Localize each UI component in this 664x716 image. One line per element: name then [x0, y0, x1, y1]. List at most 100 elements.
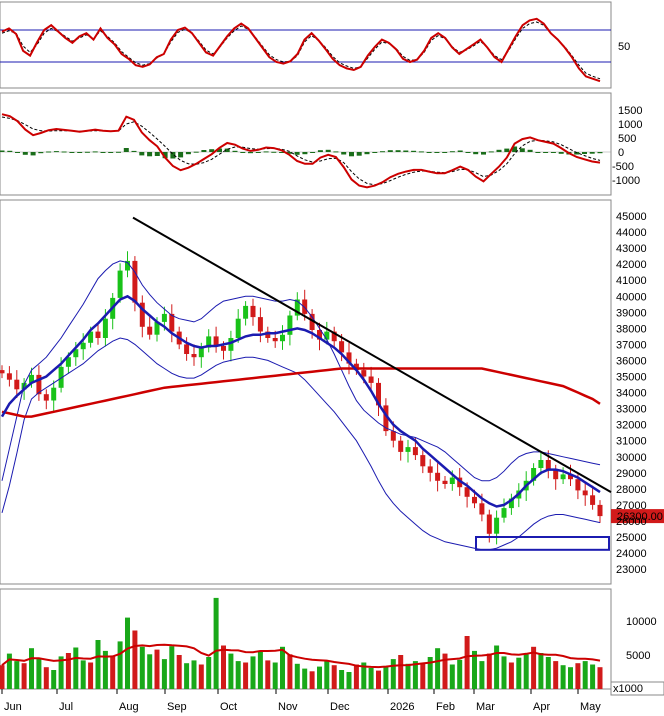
- volume-bar: [161, 659, 167, 689]
- macd-histogram-bar: [473, 152, 479, 155]
- x-tick-label: Dec: [330, 701, 350, 713]
- volume-bar: [154, 649, 160, 689]
- volume-bar: [125, 617, 130, 689]
- candle-body: [132, 260, 138, 303]
- volume-bar: [479, 661, 485, 689]
- macd-histogram-bar: [38, 152, 44, 154]
- candle-body: [272, 338, 278, 342]
- macd-histogram-bar: [22, 152, 28, 155]
- macd-histogram-bar: [263, 151, 269, 153]
- volume-bar: [191, 660, 197, 689]
- volume-bar: [538, 653, 544, 689]
- candle-body: [250, 305, 256, 318]
- volume-bar: [250, 656, 256, 689]
- volume-bar: [21, 663, 27, 689]
- candle-body: [597, 504, 603, 517]
- macd-histogram-bar: [100, 152, 106, 153]
- macd-histogram-bar: [349, 152, 354, 157]
- x-tick-label: Jul: [59, 701, 73, 713]
- macd-histogram-bar: [302, 152, 308, 155]
- macd-histogram-bar: [488, 151, 494, 153]
- volume-bar: [169, 646, 175, 689]
- candle-body: [0, 370, 5, 374]
- volume-bar: [235, 661, 241, 689]
- volume-bar: [147, 654, 153, 689]
- candle-body: [479, 503, 485, 515]
- macd-histogram-bar: [317, 150, 323, 152]
- candle-body: [161, 313, 167, 322]
- volume-bar: [43, 667, 49, 689]
- macd-histogram-bar: [248, 152, 253, 154]
- price-tick-label: 41000: [616, 275, 647, 287]
- macd-tick-label: 0: [618, 147, 624, 159]
- candle-body: [412, 447, 418, 456]
- macd-histogram-bar: [84, 151, 90, 153]
- price-tick-label: 42000: [616, 259, 647, 271]
- candle-body: [560, 474, 566, 480]
- macd-histogram-bar: [131, 150, 137, 152]
- volume-bar: [51, 670, 57, 689]
- x-tick-label: Sep: [167, 701, 187, 713]
- macd-histogram-bar: [527, 149, 533, 152]
- volume-bar: [309, 671, 315, 689]
- macd-histogram-bar: [434, 152, 440, 153]
- candle-body: [398, 440, 404, 452]
- volume-bar: [390, 659, 396, 689]
- candle-body: [582, 490, 588, 496]
- volume-bar: [449, 664, 455, 689]
- price-panel: [0, 199, 612, 585]
- x-tick-label: Feb: [436, 701, 455, 713]
- candle-body: [427, 466, 433, 473]
- volume-bar: [198, 664, 204, 689]
- macd-histogram-bar: [108, 152, 114, 153]
- volume-bar: [590, 664, 596, 689]
- price-tick-label: 27000: [616, 500, 647, 512]
- x-tick-label: May: [580, 701, 601, 713]
- macd-histogram-bar: [92, 151, 98, 153]
- volume-bar: [398, 655, 404, 689]
- candle-body: [147, 326, 153, 335]
- macd-histogram-bar: [426, 152, 432, 153]
- candle-body: [43, 394, 49, 401]
- current-price-label: 26300.00: [617, 511, 663, 523]
- macd-histogram-bar: [193, 151, 199, 153]
- volume-bar: [486, 653, 492, 689]
- macd-histogram-bar: [15, 152, 20, 153]
- macd-histogram-bar: [558, 152, 564, 154]
- macd-histogram-bar: [46, 151, 52, 153]
- macd-histogram-bar: [589, 152, 595, 154]
- macd-histogram-bar: [372, 152, 378, 153]
- price-tick-label: 32000: [616, 420, 647, 432]
- price-tick-label: 28000: [616, 484, 647, 496]
- x-tick-label: Apr: [533, 701, 550, 713]
- volume-bar: [243, 662, 249, 689]
- volume-bar: [545, 657, 551, 689]
- price-tick-label: 43000: [616, 243, 647, 255]
- price-tick-label: 40000: [616, 291, 647, 303]
- price-tick-label: 33000: [616, 404, 647, 416]
- macd-histogram-bar: [395, 150, 401, 152]
- x-tick-label: Nov: [278, 701, 298, 713]
- macd-histogram-bar: [69, 152, 75, 153]
- price-tick-label: 35000: [616, 372, 647, 384]
- macd-histogram-bar: [77, 152, 83, 153]
- macd-histogram-bar: [465, 152, 471, 153]
- macd-histogram-bar: [240, 152, 246, 153]
- macd-tick-label: -500: [612, 161, 634, 173]
- candle-body: [538, 460, 544, 468]
- candle-body: [486, 514, 492, 534]
- volume-bar: [14, 661, 20, 689]
- volume-bar: [353, 664, 359, 689]
- price-tick-label: 23000: [616, 564, 647, 576]
- macd-histogram-bar: [0, 150, 5, 152]
- candle-body: [339, 341, 345, 353]
- volume-bar: [501, 656, 507, 689]
- price-tick-label: 24000: [616, 548, 647, 560]
- x-tick-label: Aug: [119, 701, 139, 713]
- candle-body: [472, 496, 477, 504]
- volume-bar: [383, 665, 389, 689]
- macd-histogram-bar: [116, 151, 121, 153]
- macd-histogram-bar: [582, 152, 587, 154]
- macd-histogram-bar: [61, 151, 67, 153]
- price-tick-label: 38000: [616, 323, 647, 335]
